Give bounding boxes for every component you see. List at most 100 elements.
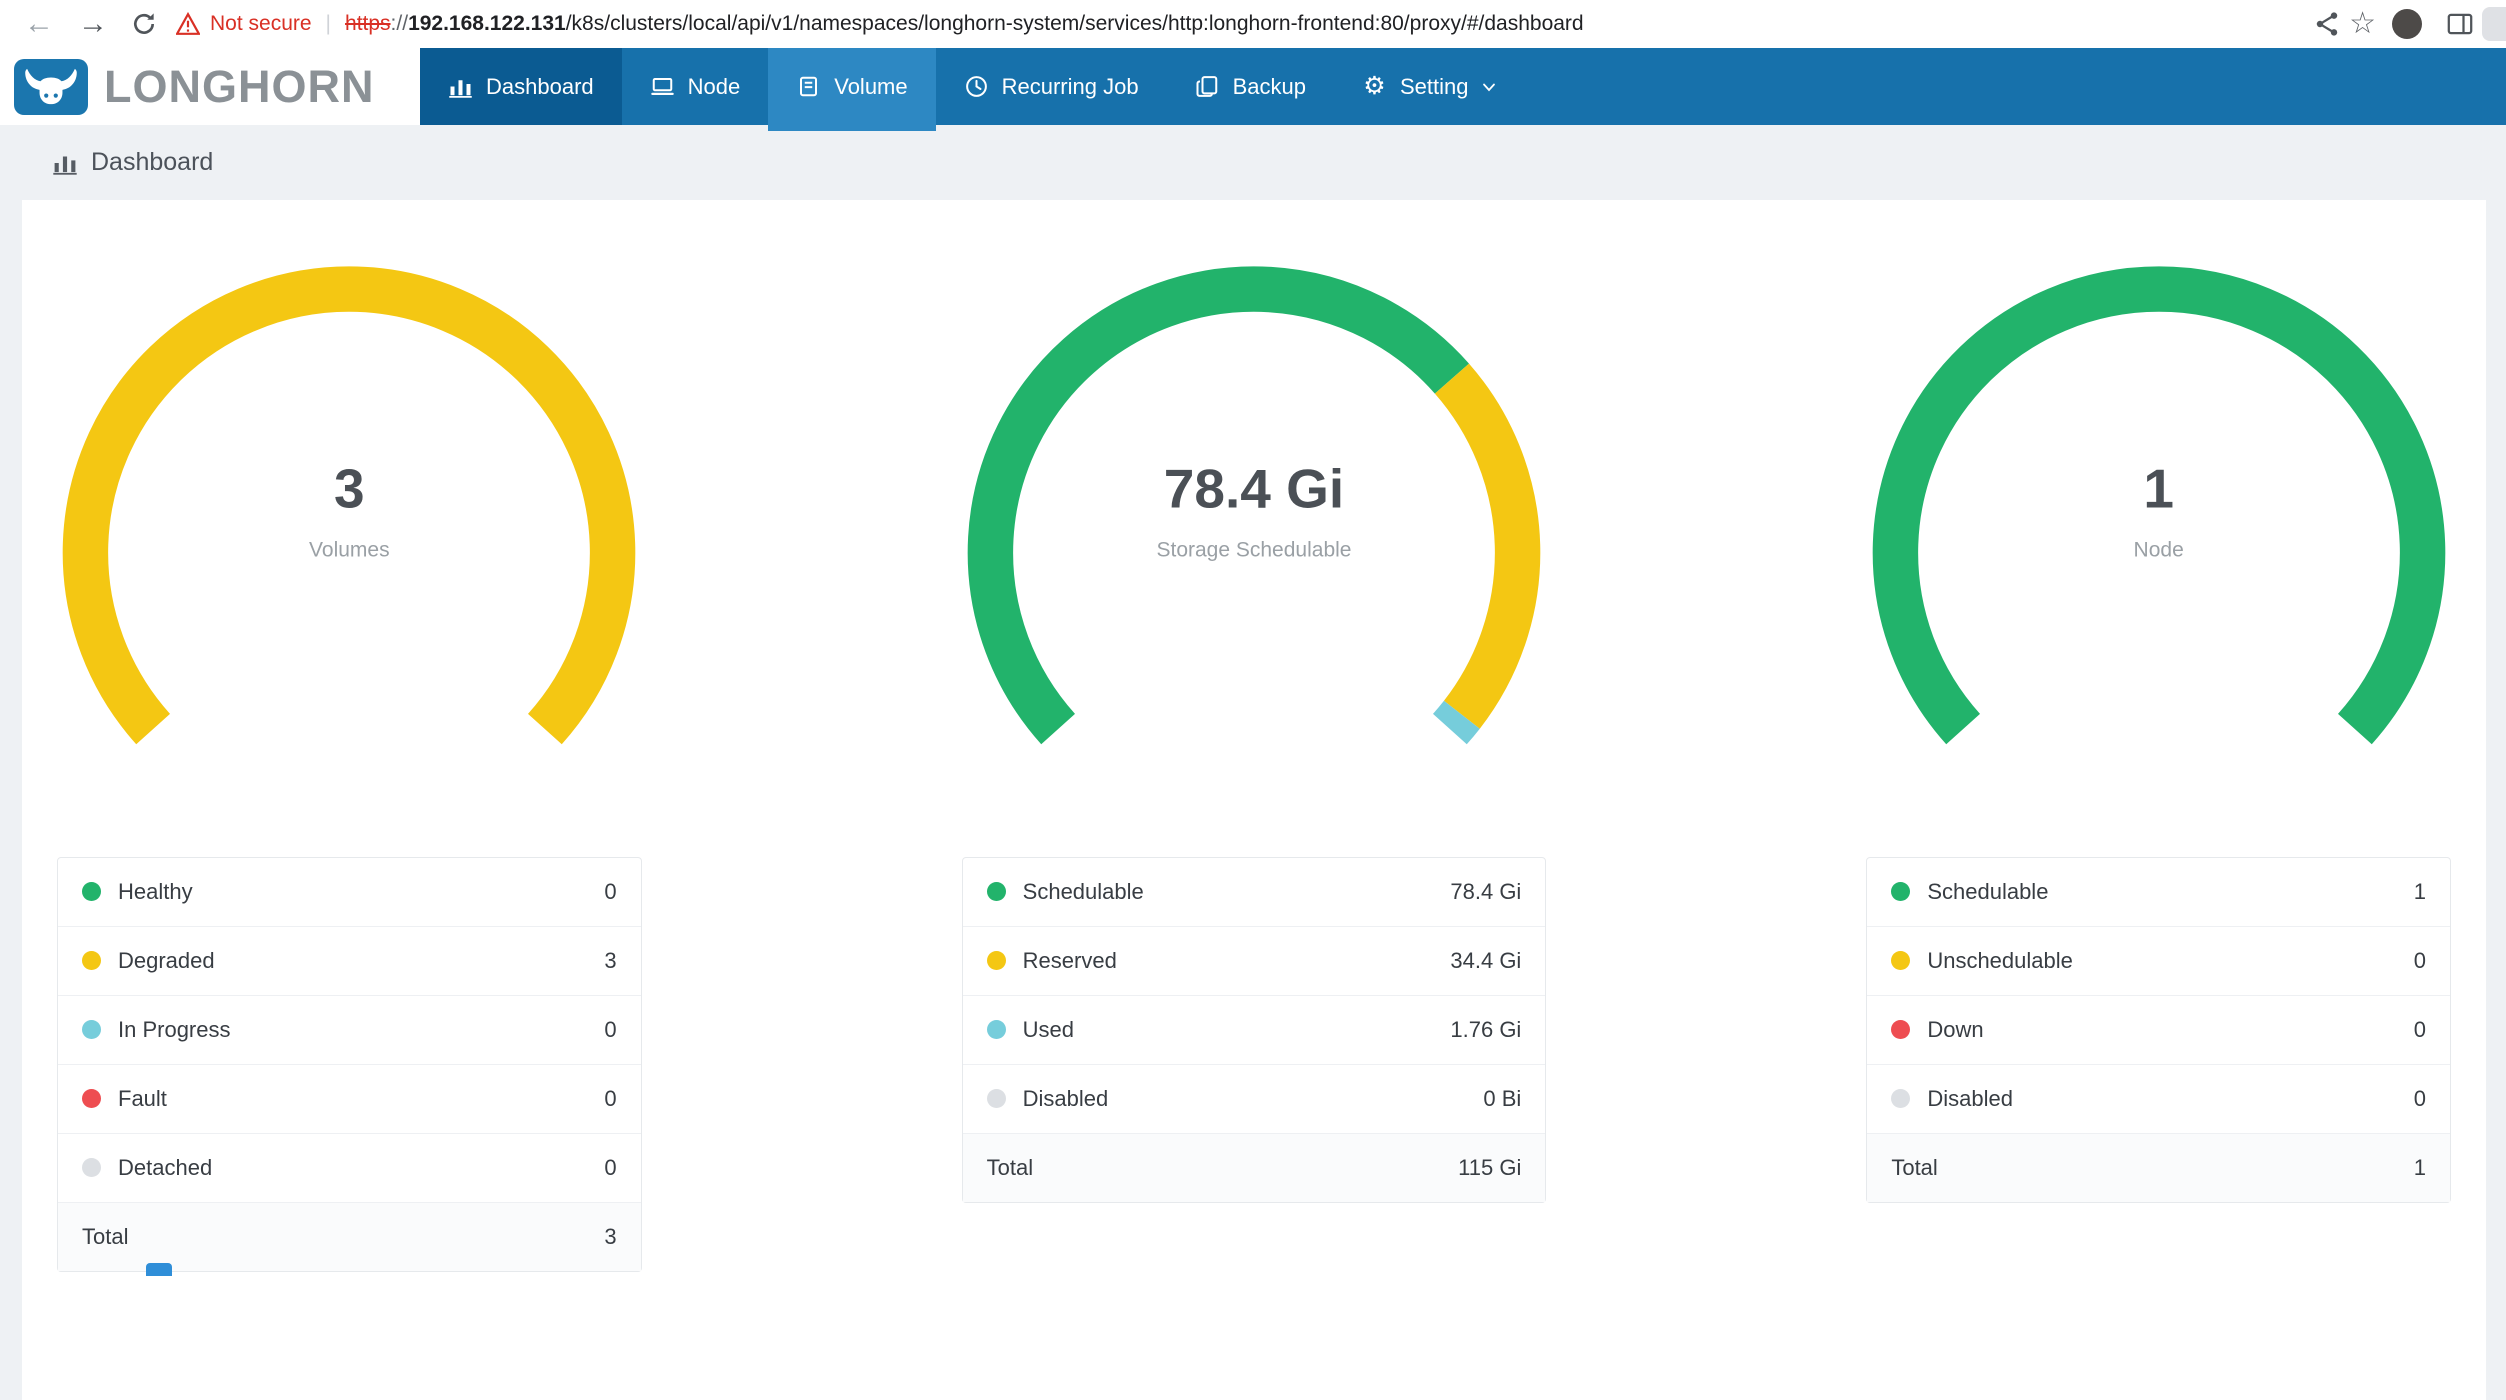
storage-gauge: 78.4 Gi Storage Schedulable xyxy=(963,260,1545,769)
gauge-segment-used xyxy=(1450,715,1462,729)
volumes-gauge: 3 Volumes xyxy=(58,260,640,769)
laptop-icon xyxy=(650,74,675,99)
legend-value: 0 xyxy=(2329,995,2450,1064)
legend-row: Used 1.76 Gi xyxy=(963,995,1546,1064)
legend-row: Detached0 xyxy=(58,1133,641,1202)
gauge-center: 3 Volumes xyxy=(58,456,640,562)
legend-row: Fault0 xyxy=(58,1064,641,1133)
volumes-legend-table: Healthy0Degraded3In Progress0Fault0Detac… xyxy=(57,857,642,1272)
total-label: Total xyxy=(963,1133,1332,1202)
legend-label: Used xyxy=(1023,1017,1074,1042)
legend-label: Schedulable xyxy=(1023,879,1144,904)
nav-item-dashboard[interactable]: Dashboard xyxy=(420,48,622,125)
page-title: Dashboard xyxy=(91,148,213,177)
legend-value: 0 xyxy=(504,858,641,926)
nav-label: Setting xyxy=(1400,74,1469,100)
browser-chrome: ← → Not secure | https://192.168.122.131… xyxy=(0,0,2506,48)
gauge-label: Node xyxy=(1868,538,2450,562)
nav-label: Node xyxy=(688,74,741,100)
address-divider: | xyxy=(322,12,335,36)
brand[interactable]: LONGHORN xyxy=(0,48,420,125)
gauge-grid: 3 Volumes Healthy0Degraded3In Progress0F… xyxy=(57,260,2451,1272)
url-scheme: https xyxy=(345,12,391,35)
longhorn-logo-icon xyxy=(14,59,88,115)
nav-item-setting[interactable]: ⚙ Setting xyxy=(1334,48,1528,125)
legend-dot xyxy=(1891,951,1910,970)
nav-item-node[interactable]: Node xyxy=(622,48,769,125)
browser-menu-fragment[interactable] xyxy=(2482,7,2506,41)
total-value: 1 xyxy=(2329,1133,2450,1202)
legend-dot xyxy=(82,882,101,901)
app-header: LONGHORN Dashboard Node Volume Recurring Jo… xyxy=(0,48,2506,125)
nodes-legend-table: Schedulable1Unschedulable0Down0Disabled0… xyxy=(1866,857,2451,1203)
profile-avatar[interactable] xyxy=(2392,9,2422,39)
legend-row: Unschedulable 0 xyxy=(1867,926,2450,995)
nodes-gauge: 1 Node xyxy=(1868,260,2450,769)
legend-label: Down xyxy=(1927,1017,1983,1042)
legend-label: Detached xyxy=(118,1155,212,1180)
nav-item-volume[interactable]: Volume xyxy=(768,48,935,125)
legend-label: Unschedulable xyxy=(1927,948,2073,973)
legend-dot xyxy=(1891,1020,1910,1039)
legend-label: Healthy xyxy=(118,879,193,904)
url-host: 192.168.122.131 xyxy=(408,12,566,35)
address-bar[interactable]: Not secure | https://192.168.122.131/k8s… xyxy=(176,12,2285,36)
main-nav: Dashboard Node Volume Recurring Job Backup ⚙ S… xyxy=(420,48,1527,125)
legend-label: Reserved xyxy=(1023,948,1117,973)
total-label: Total xyxy=(58,1202,504,1271)
total-value: 3 xyxy=(504,1202,641,1271)
legend-total-row: Total3 xyxy=(58,1202,641,1271)
legend-label: Degraded xyxy=(118,948,215,973)
browser-forward-button[interactable]: → xyxy=(68,0,118,48)
nav-label: Volume xyxy=(834,74,907,100)
legend-dot xyxy=(82,951,101,970)
legend-row: Schedulable1 xyxy=(1867,858,2450,926)
url-text: https://192.168.122.131/k8s/clusters/loc… xyxy=(345,12,1584,36)
volumes-panel: 3 Volumes Healthy0Degraded3In Progress0F… xyxy=(57,260,642,1272)
legend-dot xyxy=(987,1020,1006,1039)
legend-label: In Progress xyxy=(118,1017,231,1042)
gauge-value: 78.4 Gi xyxy=(963,456,1545,520)
storage-legend-table: Schedulable78.4 GiReserved34.4 GiUsed1.7… xyxy=(962,857,1547,1203)
legend-label: Schedulable xyxy=(1927,879,2048,904)
dashboard-card: 3 Volumes Healthy0Degraded3In Progress0F… xyxy=(22,200,2486,1400)
legend-label: Disabled xyxy=(1023,1086,1109,1111)
nodes-panel: 1 Node Schedulable1Unschedulable0Down0Di… xyxy=(1866,260,2451,1272)
nav-label: Recurring Job xyxy=(1002,74,1139,100)
total-label: Total xyxy=(1867,1133,2329,1202)
legend-dot xyxy=(1891,1089,1910,1108)
chevron-down-icon xyxy=(1479,77,1499,97)
legend-value: 0 xyxy=(2329,1064,2450,1133)
breadcrumb: Dashboard xyxy=(0,125,2506,200)
gauge-value: 1 xyxy=(1868,456,2450,520)
gauge-center: 1 Node xyxy=(1868,456,2450,562)
copy-icon xyxy=(1195,74,1220,99)
storage-panel: 78.4 Gi Storage Schedulable Schedulable7… xyxy=(962,260,1547,1272)
legend-value: 3 xyxy=(504,926,641,995)
gear-icon: ⚙ xyxy=(1362,74,1387,99)
legend-value: 0 xyxy=(2329,926,2450,995)
browser-actions: ☆ xyxy=(2305,7,2496,41)
total-value: 115 Gi xyxy=(1331,1133,1545,1202)
legend-value: 1.76 Gi xyxy=(1331,995,1545,1064)
legend-dot xyxy=(82,1089,101,1108)
bookmark-star-icon[interactable]: ☆ xyxy=(2349,9,2376,39)
gauge-label: Storage Schedulable xyxy=(963,538,1545,562)
gauge-center: 78.4 Gi Storage Schedulable xyxy=(963,456,1545,562)
side-panel-icon[interactable] xyxy=(2438,10,2466,38)
legend-dot xyxy=(82,1158,101,1177)
legend-value: 0 xyxy=(504,995,641,1064)
nav-item-backup[interactable]: Backup xyxy=(1167,48,1334,125)
clock-icon xyxy=(964,74,989,99)
share-icon[interactable] xyxy=(2305,10,2333,38)
nav-item-recurring-job[interactable]: Recurring Job xyxy=(936,48,1167,125)
back-top-button-fragment[interactable] xyxy=(146,1263,172,1276)
reload-icon[interactable] xyxy=(122,10,150,38)
brand-name: LONGHORN xyxy=(104,61,375,113)
browser-back-button[interactable]: ← xyxy=(14,0,64,48)
warning-icon xyxy=(176,12,200,36)
nav-label: Backup xyxy=(1233,74,1306,100)
legend-dot xyxy=(82,1020,101,1039)
url-scheme-suffix: :// xyxy=(391,12,409,35)
nav-label: Dashboard xyxy=(486,74,594,100)
